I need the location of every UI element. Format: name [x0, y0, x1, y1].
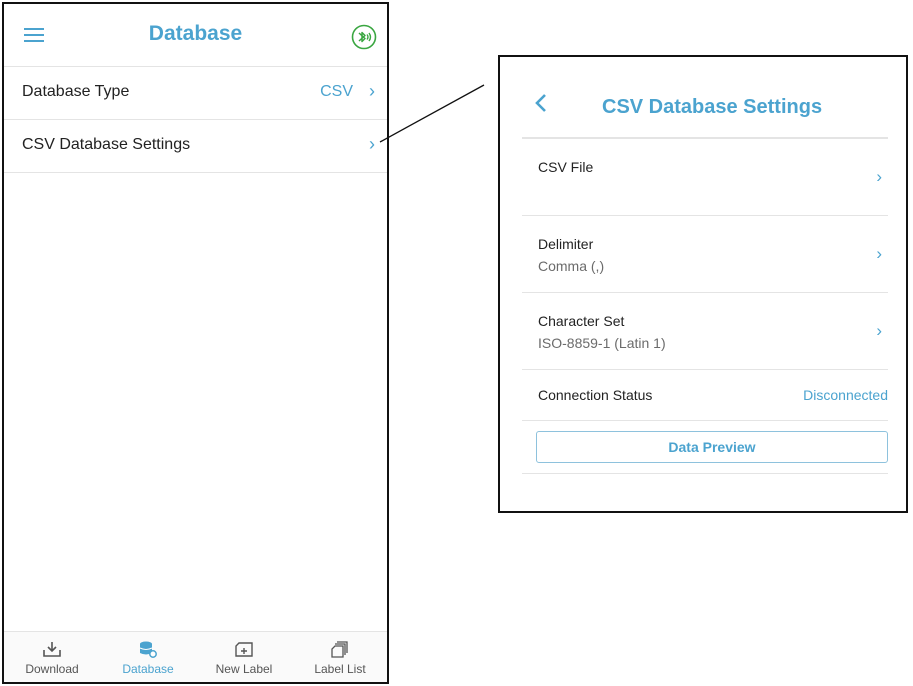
csv-database-settings-panel: CSV Database Settings CSV File › Delimit…	[498, 55, 908, 513]
connection-status-value: Disconnected	[803, 387, 888, 403]
panel-header: CSV Database Settings	[522, 57, 888, 139]
panel-title: CSV Database Settings	[602, 96, 823, 118]
csv-file-row[interactable]: CSV File ›	[522, 139, 888, 216]
delimiter-row[interactable]: Delimiter Comma (,) ›	[522, 216, 888, 293]
chevron-right-icon: ›	[876, 321, 882, 340]
character-set-row[interactable]: Character Set ISO-8859-1 (Latin 1) ›	[522, 293, 888, 370]
connection-status-row: Connection Status Disconnected	[522, 370, 888, 421]
csv-file-label: CSV File	[538, 159, 594, 175]
chevron-left-icon[interactable]	[534, 93, 548, 113]
character-set-value: ISO-8859-1 (Latin 1)	[538, 335, 666, 351]
chevron-right-icon: ›	[876, 167, 882, 186]
data-preview-button[interactable]: Data Preview	[536, 431, 888, 463]
character-set-label: Character Set	[538, 313, 625, 329]
connection-status-label: Connection Status	[538, 387, 653, 403]
chevron-right-icon: ›	[876, 244, 882, 263]
delimiter-label: Delimiter	[538, 236, 594, 252]
delimiter-value: Comma (,)	[538, 258, 605, 274]
